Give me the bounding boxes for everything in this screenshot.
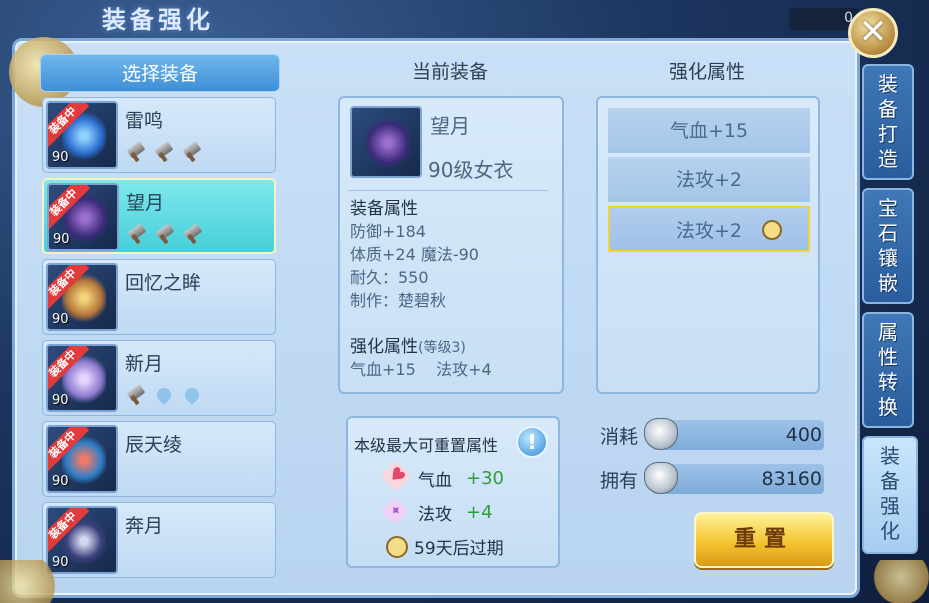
tab-label: 装备强化 [880, 444, 900, 543]
reset-button[interactable]: 重置 [694, 512, 834, 568]
equipment-icon: 装备中 90 [47, 183, 119, 251]
current-equipment-header: 当前装备 [411, 61, 488, 83]
clock-icon [384, 535, 408, 558]
equipment-attributes-title: 装备属性 [350, 199, 418, 219]
gem-slots [126, 224, 204, 244]
equipment-level: 90 [52, 312, 69, 327]
equipment-icon: 装备中 90 [46, 263, 118, 331]
equipment-item-huiyizhimou[interactable]: 装备中 90 回忆之眸 [42, 259, 276, 335]
hammer-icon [181, 142, 203, 162]
hammer-icon [153, 142, 175, 162]
own-value: 83160 [761, 468, 822, 490]
hammer-icon [125, 142, 147, 162]
equipment-name: 奔月 [125, 515, 164, 537]
own-bar: 83160 [644, 462, 824, 494]
clock-icon [762, 220, 782, 240]
cost-row: 消耗 400 [600, 418, 824, 452]
current-equipment-column: 当前装备 [335, 54, 565, 90]
enhance-row-selected[interactable]: 法攻+2 [608, 206, 810, 252]
attribute-line: 制作：楚碧秋 [350, 291, 447, 310]
enhance-row[interactable]: 法攻+2 [608, 157, 810, 203]
tab-label: 属性转换 [878, 320, 898, 419]
equipment-icon: 装备中 90 [46, 425, 118, 493]
gem-slots [125, 385, 203, 405]
equipment-name: 回忆之眸 [125, 272, 202, 294]
hammer-icon [154, 224, 176, 244]
reset-row-value: +4 [466, 502, 493, 523]
current-equipment-card: 望月 90级女衣 装备属性 防御+184 体质+24 魔法-90 耐久：550 … [338, 96, 564, 394]
select-equipment-header: 选择装备 [40, 54, 280, 92]
window-title: 装备强化 [102, 6, 214, 34]
robe-icon [350, 106, 422, 178]
reset-info-card: 本级最大可重置属性 ! 气血 +30 法攻 +4 59天后过期 [346, 416, 560, 568]
enhance-row-label: 法攻+2 [675, 220, 742, 242]
enhance-level: (等级3) [418, 340, 466, 356]
reset-info-title: 本级最大可重置属性 [354, 436, 499, 455]
equipment-item-xinyue[interactable]: 装备中 90 新月 [42, 340, 276, 416]
enhance-attributes-title: 强化属性(等级3) [350, 332, 466, 357]
dragon-ornament-icon [860, 560, 929, 603]
cost-bar: 400 [644, 418, 824, 450]
hammer-icon [182, 224, 204, 244]
divider [348, 190, 548, 191]
attribute-line: 防御+184 [350, 222, 426, 241]
equipment-level: 90 [52, 474, 69, 489]
equipment-item-chentianling[interactable]: 装备中 90 辰天绫 [42, 421, 276, 497]
reset-row-label: 法攻 [418, 505, 452, 525]
reset-row-value: +30 [466, 468, 504, 489]
reset-row-label: 气血 [418, 471, 452, 491]
attribute-line: 耐久：550 [350, 268, 429, 287]
equipment-select-column: 选择装备 装备中 90 雷鸣 装备中 90 望月 装备中 90 回忆之眸 装备中… [40, 54, 280, 578]
tab-label: 装备打造 [878, 72, 898, 171]
cost-value: 400 [785, 424, 822, 446]
robe-art [366, 116, 410, 170]
hammer-icon [125, 385, 147, 405]
tab-equipment-forge[interactable]: 装备打造 [862, 64, 914, 180]
equipment-level: 90 [52, 393, 69, 408]
equipment-icon: 装备中 90 [46, 344, 118, 412]
gem-slots [125, 142, 203, 162]
enhance-row[interactable]: 气血+15 [608, 108, 810, 154]
equipment-level: 90 [52, 150, 69, 165]
close-button[interactable]: ✕ [848, 8, 898, 58]
enhance-values: 气血+15 法攻+4 [350, 360, 492, 379]
tab-attribute-convert[interactable]: 属性转换 [862, 312, 914, 428]
expire-text: 59天后过期 [414, 539, 504, 559]
empty-gem-slot-icon [181, 385, 203, 405]
enhance-attribute-list: 气血+15 法攻+2 法攻+2 [596, 96, 820, 394]
equipment-icon: 装备中 90 [46, 101, 118, 169]
tab-gem-inlay[interactable]: 宝石镶嵌 [862, 188, 914, 304]
heart-icon [384, 468, 406, 490]
current-equipment-name: 望月 [430, 114, 470, 138]
equipment-name: 雷鸣 [125, 110, 164, 132]
tab-label: 宝石镶嵌 [878, 196, 898, 295]
equipment-level: 90 [53, 232, 70, 247]
silver-ingot-icon [644, 418, 678, 450]
empty-gem-slot-icon [153, 385, 175, 405]
equipment-item-benyue[interactable]: 装备中 90 奔月 [42, 502, 276, 578]
equipment-name: 望月 [126, 192, 165, 214]
current-equipment-type: 90级女衣 [428, 158, 514, 182]
hammer-icon [126, 224, 148, 244]
silver-ingot-icon [644, 462, 678, 494]
equipment-name: 新月 [125, 353, 164, 375]
diamond-icon [384, 502, 406, 524]
reset-row-magic: 法攻 +4 [384, 500, 493, 525]
equipment-item-wangyue[interactable]: 装备中 90 望月 [42, 178, 276, 254]
enhance-attributes-header: 强化属性 [668, 61, 745, 83]
enhance-attributes-label: 强化属性 [350, 337, 418, 357]
equipment-name: 辰天绫 [125, 434, 183, 456]
reset-row-expire: 59天后过期 [384, 534, 504, 559]
info-icon[interactable]: ! [516, 426, 548, 458]
equipment-item-leiming[interactable]: 装备中 90 雷鸣 [42, 97, 276, 173]
reset-row-hp: 气血 +30 [384, 466, 504, 491]
equipment-list: 装备中 90 雷鸣 装备中 90 望月 装备中 90 回忆之眸 装备中 90 新… [40, 97, 280, 578]
enhance-attributes-column: 强化属性 [596, 54, 818, 90]
attribute-line: 体质+24 魔法-90 [350, 245, 479, 264]
dragon-ornament-icon [0, 560, 70, 603]
own-row: 拥有 83160 [600, 462, 824, 496]
tab-equipment-enhance[interactable]: 装备强化 [862, 436, 918, 554]
